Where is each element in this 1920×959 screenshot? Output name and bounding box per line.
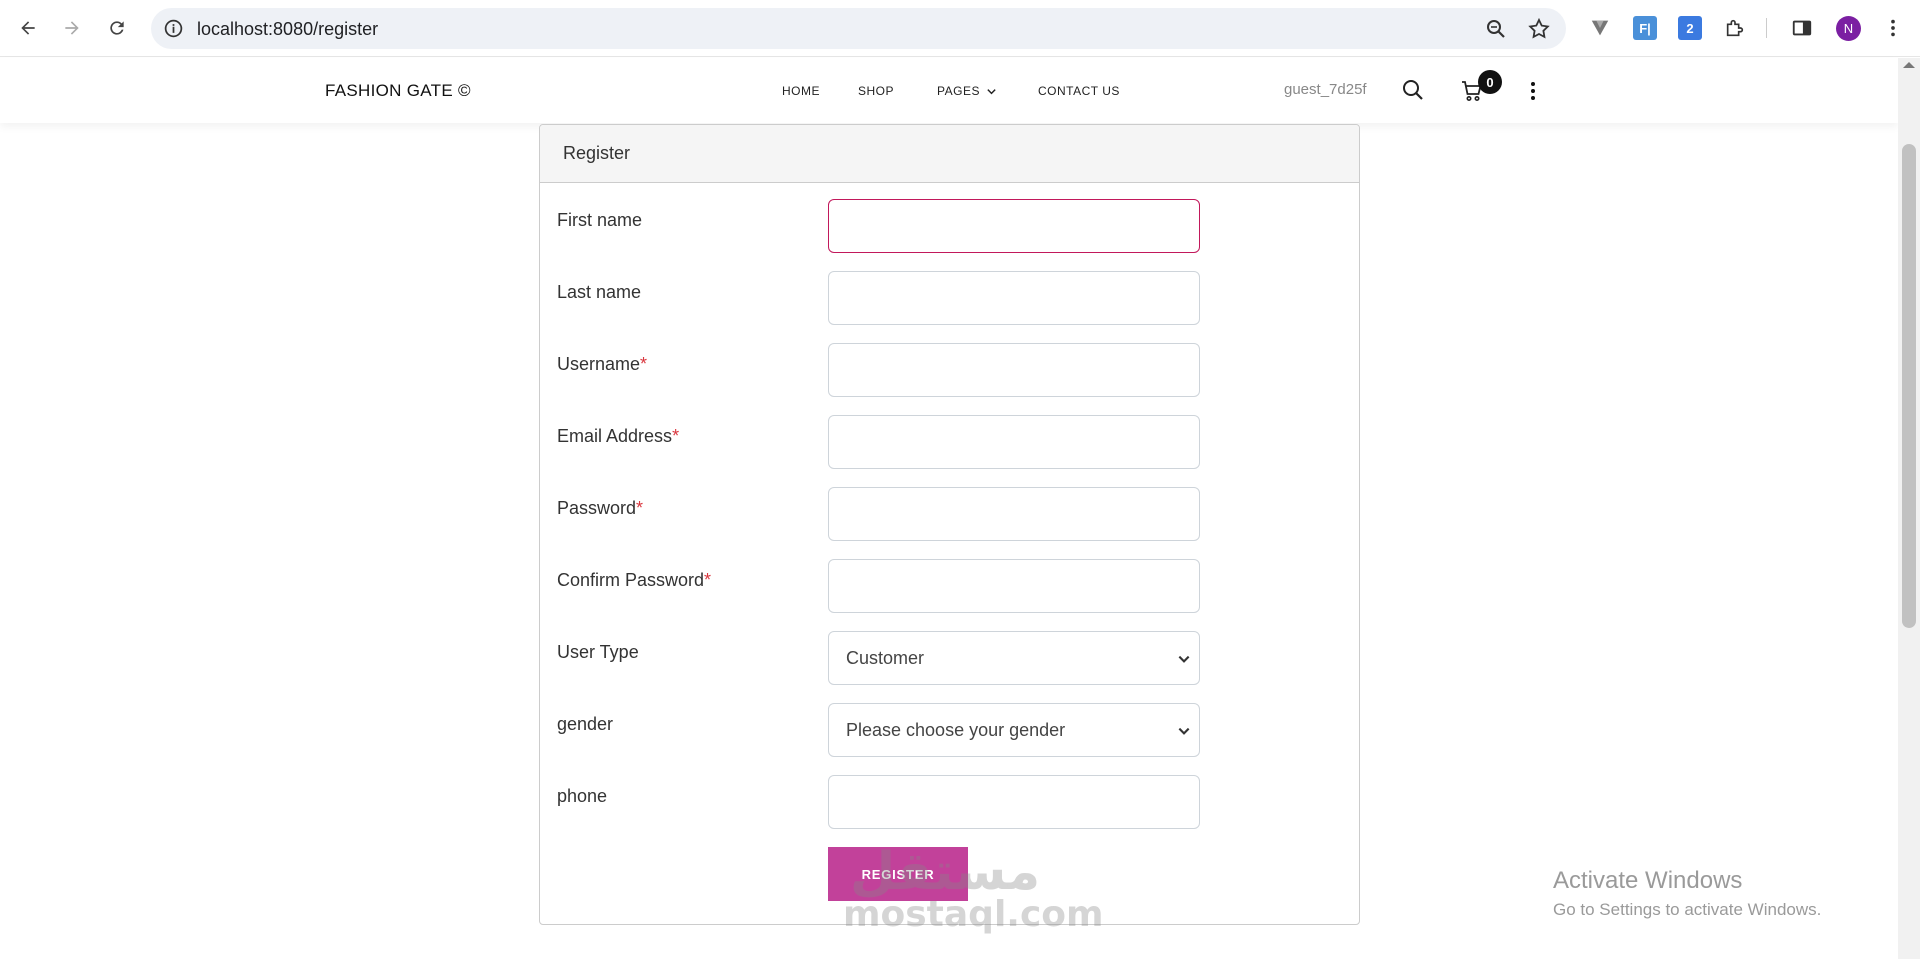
browser-menu-icon[interactable] [1881, 16, 1905, 40]
first-name-input[interactable] [828, 199, 1200, 253]
nav-pages[interactable]: PAGES [937, 84, 997, 98]
phone-label: phone [557, 786, 608, 806]
password-label: Password* [557, 498, 644, 518]
watermark-arabic: مستقل [850, 842, 1041, 902]
forward-button[interactable] [56, 12, 88, 44]
user-type-label: User Type [557, 642, 639, 662]
activate-windows-subtitle: Go to Settings to activate Windows. [1553, 900, 1822, 919]
back-button[interactable] [12, 12, 44, 44]
email-label: Email Address* [557, 426, 680, 446]
card-title: Register [563, 143, 631, 163]
page-scrollbar[interactable] [1898, 58, 1920, 959]
first-name-label: First name [557, 210, 643, 230]
brand-logo[interactable]: FASHION GATE © [325, 81, 471, 101]
site-header: FASHION GATE © HOME SHOP PAGES CONTACT U… [0, 58, 1898, 123]
username-label: guest_7d25f [1284, 81, 1367, 98]
reload-button[interactable] [101, 12, 133, 44]
last-name-label: Last name [557, 282, 642, 302]
username-input[interactable] [828, 343, 1200, 397]
chevron-down-icon [987, 89, 996, 95]
more-vertical-icon[interactable] [1521, 79, 1545, 103]
email-input[interactable] [828, 415, 1200, 469]
profile-avatar[interactable]: N [1836, 16, 1861, 41]
arrow-left-icon [21, 21, 35, 35]
extension-2-icon[interactable]: 2 [1678, 16, 1702, 40]
reload-icon [110, 21, 124, 35]
watermark-latin: mostaql.com [843, 894, 1104, 935]
zoom-icon[interactable] [1484, 17, 1508, 41]
url-text: localhost:8080/register [197, 19, 379, 39]
required-mark: * [636, 498, 644, 518]
chevron-down-icon [1178, 655, 1190, 663]
nav-contact-us[interactable]: CONTACT US [1038, 84, 1120, 98]
browser-toolbar: localhost:8080/register F| 2 N [0, 0, 1920, 57]
extension-v-icon[interactable] [1588, 16, 1612, 40]
nav-pages-label: PAGES [937, 84, 980, 98]
user-type-value: Customer [846, 648, 925, 668]
user-type-select[interactable]: Customer [828, 631, 1200, 685]
activate-windows-title: Activate Windows [1553, 867, 1743, 894]
gender-select[interactable]: Please choose your gender [828, 703, 1200, 757]
cart-count-badge: 0 [1478, 70, 1502, 94]
arrow-right-icon [65, 21, 79, 35]
bookmark-star-icon[interactable] [1527, 17, 1551, 41]
nav-home[interactable]: HOME [782, 84, 820, 98]
required-mark: * [704, 570, 712, 590]
gender-label: gender [557, 714, 614, 734]
confirm-password-label: Confirm Password* [557, 570, 712, 590]
scrollbar-thumb[interactable] [1902, 144, 1916, 628]
info-icon[interactable] [163, 18, 184, 39]
required-mark: * [640, 354, 648, 374]
nav-shop[interactable]: SHOP [858, 84, 894, 98]
card-header: Register [540, 125, 1359, 183]
extension-f-icon[interactable]: F| [1633, 16, 1657, 40]
search-icon[interactable] [1401, 78, 1425, 102]
required-mark: * [672, 426, 680, 446]
phone-input[interactable] [828, 775, 1200, 829]
toolbar-divider [1766, 18, 1767, 38]
scroll-up-arrow-icon[interactable] [1903, 62, 1915, 68]
mostaql-watermark: مستقل mostaql.com [840, 842, 1104, 942]
confirm-password-input[interactable] [828, 559, 1200, 613]
last-name-input[interactable] [828, 271, 1200, 325]
side-panel-icon[interactable] [1790, 16, 1814, 40]
chevron-down-icon [1178, 727, 1190, 735]
gender-value: Please choose your gender [846, 720, 1066, 740]
extensions-puzzle-icon[interactable] [1723, 16, 1747, 40]
password-input[interactable] [828, 487, 1200, 541]
username-label-field: Username* [557, 354, 648, 374]
address-bar[interactable]: localhost:8080/register [151, 8, 1566, 49]
